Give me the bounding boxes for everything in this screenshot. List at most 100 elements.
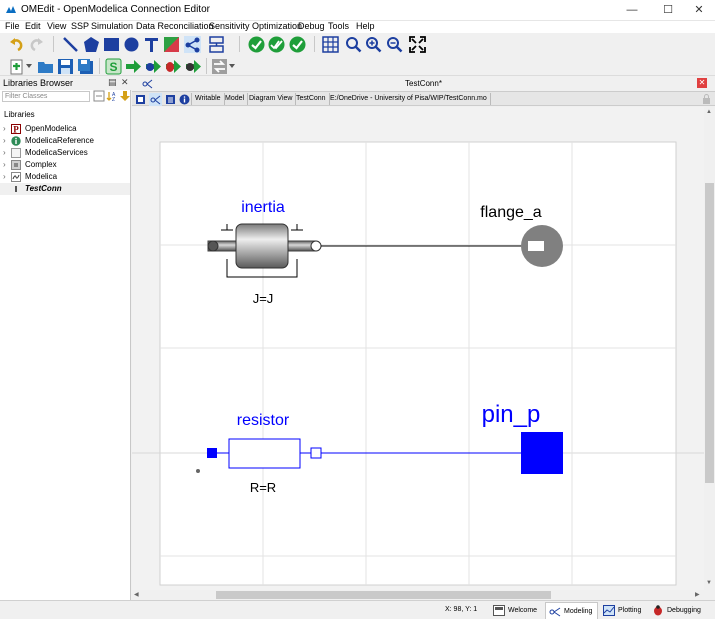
perspective-tab-label: Debugging <box>667 607 701 614</box>
horizontal-scrollbar[interactable]: ◀ ▶ <box>132 590 704 600</box>
library-complex[interactable]: › Complex <box>0 159 130 171</box>
chevron-down-icon[interactable] <box>229 63 235 69</box>
expand-arrow-icon[interactable]: › <box>3 171 6 183</box>
check-model-icon[interactable] <box>248 36 265 53</box>
menu-sensitivity-optimization[interactable]: Sensitivity Optimization <box>209 21 302 31</box>
inertia-flange-a[interactable] <box>207 240 219 252</box>
menu-help[interactable]: Help <box>356 21 375 31</box>
maximize-button[interactable]: ☐ <box>651 0 685 21</box>
simulate-with-algorithmic-debugger-icon[interactable] <box>165 58 182 75</box>
grid-lines-icon[interactable] <box>322 36 339 53</box>
resistor-pin-n[interactable] <box>310 447 322 459</box>
documentation-view-icon[interactable] <box>179 94 190 105</box>
undo-icon[interactable] <box>8 36 25 53</box>
diagram-canvas[interactable]: inertia J=J flange_a resistor R=R pin_p <box>132 107 704 590</box>
expand-arrow-icon[interactable]: › <box>3 135 6 147</box>
simulate-with-transformational-debugger-icon[interactable] <box>145 58 162 75</box>
menu-view[interactable]: View <box>47 21 66 31</box>
horizontal-scroll-thumb[interactable] <box>216 591 551 599</box>
check-all-models-icon[interactable] <box>268 36 285 53</box>
bitmap-tool-icon[interactable] <box>163 36 180 53</box>
inertia-flange-b-connector[interactable] <box>310 240 322 252</box>
scroll-up-arrow-icon[interactable]: ▲ <box>706 109 712 115</box>
collapse-all-icon[interactable] <box>93 90 105 102</box>
expand-arrow-icon[interactable]: › <box>3 123 6 135</box>
resistor-body <box>228 438 301 469</box>
editor-tab-title[interactable]: TestConn* <box>132 79 715 88</box>
scroll-right-arrow-icon[interactable]: ▶ <box>695 591 700 598</box>
omedit-app-icon <box>6 6 16 13</box>
menu-tools[interactable]: Tools <box>328 21 349 31</box>
new-class-icon[interactable] <box>8 58 25 75</box>
zoom-out-icon[interactable] <box>386 36 403 53</box>
polygon-tool-icon[interactable] <box>83 36 100 53</box>
sort-icon[interactable]: AZ <box>106 90 118 102</box>
line-tool-icon[interactable] <box>62 36 79 53</box>
filter-classes-input[interactable]: Filter Classes <box>2 91 90 102</box>
perspective-tab-welcome[interactable]: Welcome <box>490 602 542 619</box>
resistor-pin-p[interactable] <box>207 448 217 458</box>
lock-icon <box>703 94 710 104</box>
library-modelicaservices[interactable]: › ModelicaServices <box>0 147 130 159</box>
minimize-button[interactable]: — <box>615 0 649 21</box>
zoom-in-icon[interactable] <box>365 36 382 53</box>
info-icon <box>11 136 21 146</box>
vertical-scrollbar[interactable]: ▲ ▼ <box>704 107 715 590</box>
rectangle-tool-icon[interactable] <box>103 36 120 53</box>
reset-zoom-icon[interactable] <box>345 36 362 53</box>
close-panel-icon[interactable]: ✕ <box>121 77 129 88</box>
expand-arrow-icon[interactable]: › <box>3 147 6 159</box>
scroll-left-arrow-icon[interactable]: ◀ <box>134 591 139 598</box>
text-tool-icon[interactable] <box>143 36 160 53</box>
libraries-browser-header: Libraries Browser ▤ ✕ <box>0 77 131 90</box>
simulate-with-animation-icon[interactable] <box>185 58 202 75</box>
perspective-tab-label: Welcome <box>508 607 538 614</box>
plotting-icon <box>603 605 615 616</box>
close-button[interactable]: ✕ <box>682 0 715 21</box>
simulate-icon[interactable] <box>125 58 142 75</box>
vertical-scroll-thumb[interactable] <box>705 183 714 483</box>
pin-p-square <box>521 432 563 474</box>
instantiate-model-icon[interactable] <box>289 36 306 53</box>
scroll-down-arrow-icon[interactable]: ▼ <box>706 580 712 586</box>
perspective-tab-debugging[interactable]: Debugging <box>649 602 704 619</box>
fmu-export-icon[interactable] <box>211 58 228 75</box>
save-all-icon[interactable] <box>77 58 94 75</box>
chevron-down-icon[interactable] <box>26 63 32 69</box>
menu-data-reconciliation[interactable]: Data Reconciliation <box>136 21 214 31</box>
undock-icon[interactable]: ▤ <box>108 77 117 88</box>
diagram-view-icon[interactable] <box>149 93 162 106</box>
library-modelicareference[interactable]: › ModelicaReference <box>0 135 130 147</box>
menu-simulation[interactable]: Simulation <box>91 21 133 31</box>
menu-ssp[interactable]: SSP <box>71 21 89 31</box>
close-tab-icon[interactable]: ✕ <box>697 78 707 88</box>
expand-arrow-icon[interactable]: › <box>3 159 6 171</box>
arrow-down-icon[interactable] <box>119 90 131 102</box>
icon-view-icon[interactable] <box>135 94 146 105</box>
menu-edit[interactable]: Edit <box>25 21 41 31</box>
writable-label: Writable <box>191 93 225 105</box>
modelica-icon <box>11 172 21 182</box>
save-icon[interactable] <box>57 58 74 75</box>
connect-mode-icon[interactable] <box>184 36 201 53</box>
ellipse-tool-icon[interactable] <box>123 36 140 53</box>
inertia-parameter-label: J=J <box>253 291 274 306</box>
library-label: OpenModelica <box>25 124 77 133</box>
file-toolbar: S <box>0 55 715 76</box>
text-view-icon[interactable] <box>165 94 176 105</box>
perspective-tab-plotting[interactable]: Plotting <box>600 602 646 619</box>
open-folder-icon[interactable] <box>37 58 54 75</box>
fit-to-window-icon[interactable] <box>409 36 426 53</box>
menu-debug[interactable]: Debug <box>298 21 325 31</box>
toolbar-separator <box>206 58 207 74</box>
library-testconn[interactable]: TestConn <box>0 183 130 195</box>
redo-icon[interactable] <box>28 36 45 53</box>
view-type-label: Diagram View <box>246 93 297 105</box>
perspective-tab-modeling[interactable]: Modeling <box>545 602 598 619</box>
transition-mode-icon[interactable] <box>208 36 225 53</box>
library-modelica[interactable]: › Modelica <box>0 171 130 183</box>
menu-file[interactable]: File <box>5 21 20 31</box>
simulation-setup-icon[interactable]: S <box>105 58 122 75</box>
flange-a-label: flange_a <box>480 204 541 221</box>
library-openmodelica[interactable]: › P OpenModelica <box>0 123 130 135</box>
